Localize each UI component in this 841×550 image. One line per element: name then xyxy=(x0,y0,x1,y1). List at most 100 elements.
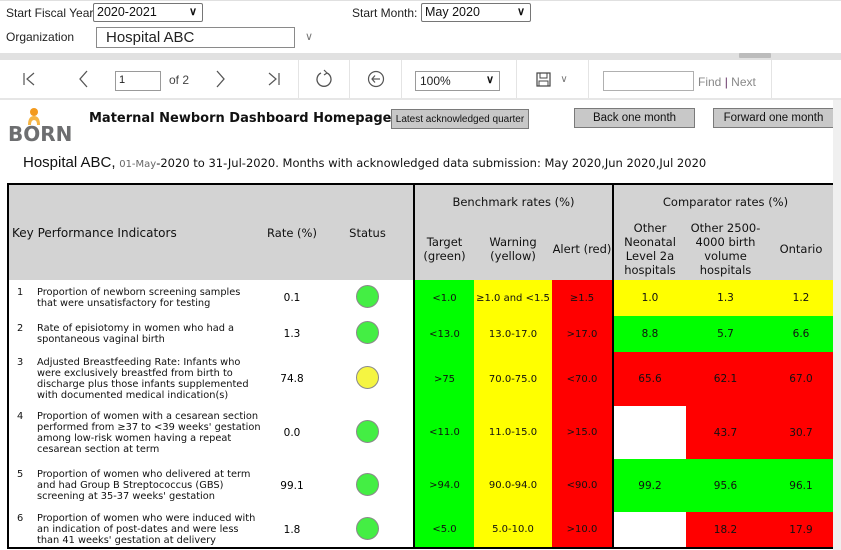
toolbar-separator xyxy=(298,60,299,98)
benchmark-alert: <70.0 xyxy=(552,352,614,406)
parameter-pane: Start Fiscal Year: 2020-2021 ∨ Start Mon… xyxy=(0,0,841,53)
status-indicator-icon xyxy=(356,321,379,344)
back-icon[interactable] xyxy=(358,60,394,98)
back-one-month-button[interactable]: Back one month xyxy=(574,108,695,128)
organization-label: Organization xyxy=(6,30,75,44)
kpi-number: 5 xyxy=(17,469,24,480)
benchmark-target: <5.0 xyxy=(414,512,474,548)
benchmark-warning: 13.0-17.0 xyxy=(474,316,552,352)
comparator-volume: 62.1 xyxy=(686,352,765,406)
zoom-value: 100% xyxy=(420,74,451,88)
comparator-neonatal: 1.0 xyxy=(613,280,686,316)
kpi-rate: 0.1 xyxy=(283,292,301,304)
benchmark-warning: ≥1.0 and <1.5 xyxy=(474,280,552,316)
kpi-row: 6 Proportion of women who were induced wi… xyxy=(8,512,838,548)
kpi-status-cell xyxy=(322,406,415,459)
benchmark-target: >94.0 xyxy=(414,459,474,512)
header-rate: Rate (%) xyxy=(262,184,322,280)
kpi-cell: 6 Proportion of women who were induced wi… xyxy=(8,512,262,548)
benchmark-warning: 70.0-75.0 xyxy=(474,352,552,406)
toolbar-separator xyxy=(771,60,772,98)
collapse-parameters-handle[interactable] xyxy=(739,53,771,58)
subtitle-date-range: -2020 to 31-Jul-2020. Months with acknow… xyxy=(156,156,545,170)
kpi-number: 1 xyxy=(17,287,24,298)
kpi-number: 2 xyxy=(17,323,24,334)
kpi-row: 2 Rate of episiotomy in women who had a s… xyxy=(8,316,838,352)
kpi-status-cell xyxy=(322,459,415,512)
kpi-status-cell xyxy=(322,280,415,316)
fiscal-year-select[interactable]: 2020-2021 ∨ xyxy=(93,3,203,22)
status-indicator-icon xyxy=(356,419,379,443)
subtitle-date-start: 01-May xyxy=(119,159,157,170)
kpi-status-cell xyxy=(322,512,415,548)
report-toolbar: 1 of 2 100% ∨ ∨ Find | Next xyxy=(0,60,841,100)
benchmark-warning: 5.0-10.0 xyxy=(474,512,552,548)
header-status: Status xyxy=(322,184,415,280)
fiscal-year-label: Start Fiscal Year: xyxy=(6,6,97,20)
benchmark-target: <11.0 xyxy=(414,406,474,459)
kpi-table: Key Performance Indicators Rate (%) Stat… xyxy=(7,183,839,549)
comparator-volume: 5.7 xyxy=(686,316,765,352)
header-benchmark-group: Benchmark rates (%) xyxy=(414,184,614,218)
kpi-row: 3 Adjusted Breastfeeding Rate: Infants wh… xyxy=(8,352,838,406)
benchmark-alert: <90.0 xyxy=(552,459,614,512)
latest-acknowledged-quarter-button[interactable]: Latest acknowledged quarter xyxy=(391,109,529,129)
comparator-ontario: 30.7 xyxy=(765,406,838,459)
benchmark-target: <13.0 xyxy=(414,316,474,352)
save-icon[interactable] xyxy=(532,60,554,98)
next-link[interactable]: Next xyxy=(731,75,756,89)
start-month-select[interactable]: May 2020 ∨ xyxy=(421,3,531,22)
header-warning: Warning (yellow) xyxy=(474,218,552,280)
benchmark-warning: 11.0-15.0 xyxy=(474,406,552,459)
benchmark-warning: 90.0-94.0 xyxy=(474,459,552,512)
page-count: of 2 xyxy=(169,73,190,87)
kpi-description: Proportion of women with a cesarean sect… xyxy=(37,410,261,455)
header-ontario: Ontario xyxy=(765,218,838,280)
report-scrollbar[interactable] xyxy=(833,100,841,550)
find-links: Find | Next xyxy=(698,75,756,89)
kpi-status-cell xyxy=(322,316,415,352)
benchmark-alert: >17.0 xyxy=(552,316,614,352)
kpi-row: 1 Proportion of newborn screening samples… xyxy=(8,280,838,316)
toolbar-separator xyxy=(516,60,517,98)
comparator-volume: 43.7 xyxy=(686,406,765,459)
benchmark-target: >75 xyxy=(414,352,474,406)
refresh-icon[interactable] xyxy=(306,60,342,98)
zoom-select[interactable]: 100% ∨ xyxy=(415,71,500,91)
last-page-icon[interactable] xyxy=(259,60,289,98)
comparator-volume: 1.3 xyxy=(686,280,765,316)
status-indicator-icon xyxy=(356,516,379,540)
comparator-volume: 95.6 xyxy=(686,459,765,512)
header-target: Target (green) xyxy=(414,218,474,280)
kpi-rate: 74.8 xyxy=(280,373,304,385)
kpi-rate: 1.8 xyxy=(283,523,301,536)
benchmark-alert: >15.0 xyxy=(552,406,614,459)
kpi-cell: 1 Proportion of newborn screening samples… xyxy=(8,280,262,316)
kpi-description: Proportion of women who were induced wit… xyxy=(37,513,256,546)
comparator-neonatal xyxy=(613,512,686,548)
previous-page-icon[interactable] xyxy=(68,60,98,98)
find-link[interactable]: Find xyxy=(698,75,721,89)
start-month-value: May 2020 xyxy=(425,5,480,19)
report-body: BORN Maternal Newborn Dashboard Homepage… xyxy=(0,100,841,550)
kpi-cell: 3 Adjusted Breastfeeding Rate: Infants wh… xyxy=(8,352,262,406)
first-page-icon[interactable] xyxy=(14,60,44,98)
next-page-icon[interactable] xyxy=(206,60,236,98)
kpi-table-body: 1 Proportion of newborn screening samples… xyxy=(8,280,838,548)
organization-input[interactable]: Hospital ABC xyxy=(96,27,295,48)
organization-dropdown-chevron-icon[interactable]: ∨ xyxy=(305,30,313,43)
page-title: Maternal Newborn Dashboard Homepage xyxy=(89,111,392,126)
current-page-input[interactable]: 1 xyxy=(115,71,161,91)
comparator-neonatal: 65.6 xyxy=(613,352,686,406)
parameter-splitter[interactable] xyxy=(0,53,841,60)
kpi-row: 4 Proportion of women with a cesarean sec… xyxy=(8,406,838,459)
kpi-description: Adjusted Breastfeeding Rate: Infants who… xyxy=(37,357,249,401)
kpi-number: 3 xyxy=(17,357,24,368)
forward-one-month-button[interactable]: Forward one month xyxy=(713,108,834,128)
kpi-rate: 1.3 xyxy=(283,328,301,340)
status-indicator-icon xyxy=(356,366,379,389)
find-input[interactable] xyxy=(603,71,694,91)
born-logo: BORN xyxy=(7,105,77,146)
export-dropdown-chevron-icon[interactable]: ∨ xyxy=(556,60,572,98)
kpi-description: Proportion of women who delivered at ter… xyxy=(37,469,251,502)
